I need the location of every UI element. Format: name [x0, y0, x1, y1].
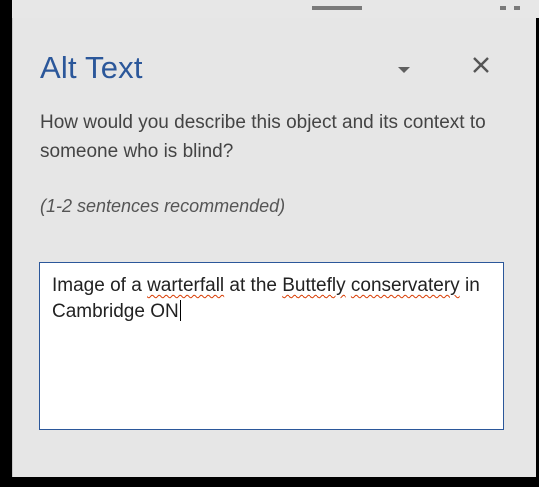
description-text: at the	[224, 275, 283, 296]
top-strip	[12, 0, 539, 18]
toolbar-fragment	[500, 6, 506, 10]
text-cursor	[179, 300, 181, 321]
alt-text-description-field[interactable]: Image of a warterfall at the Buttefly co…	[39, 262, 504, 430]
toolbar-fragment	[312, 6, 362, 10]
misspelled-word: warterfall	[147, 275, 225, 296]
pane-title: Alt Text	[40, 50, 143, 85]
close-icon[interactable]	[466, 50, 496, 80]
misspelled-word: conservatery	[350, 275, 460, 296]
sentence-hint: (1-2 sentences recommended)	[40, 196, 286, 216]
toolbar-fragment	[514, 6, 520, 10]
chevron-down-icon[interactable]	[389, 58, 419, 82]
description-text: Image of a	[52, 275, 148, 296]
prompt-question: How would you describe this object and i…	[40, 112, 486, 162]
misspelled-word: Buttefly	[282, 275, 346, 296]
window-frame: Alt Text How would you describe this obj…	[0, 0, 539, 487]
